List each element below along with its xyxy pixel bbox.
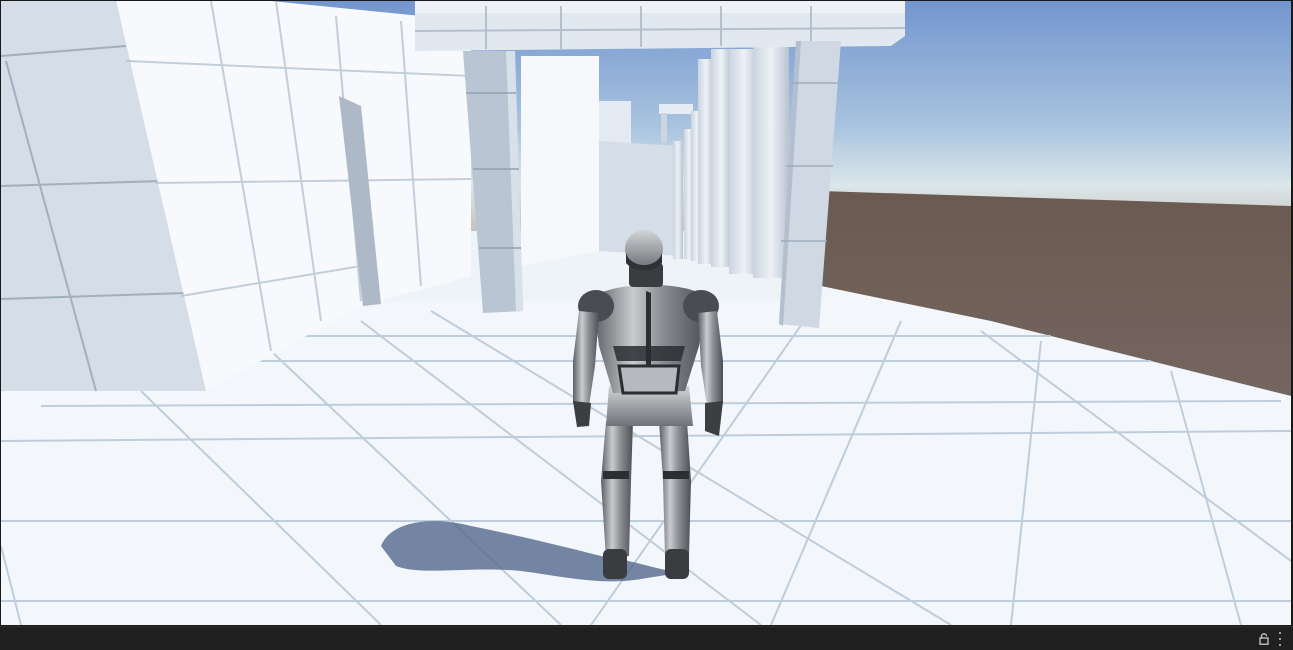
lock-icon[interactable] — [1259, 632, 1269, 645]
game-window — [0, 0, 1293, 650]
scene-render — [1, 1, 1291, 625]
back-building — [521, 56, 599, 266]
editor-bottom-bar — [0, 626, 1293, 650]
bar-icons — [1259, 630, 1283, 647]
kebab-menu-icon[interactable] — [1277, 631, 1283, 646]
game-viewport[interactable] — [1, 1, 1291, 625]
